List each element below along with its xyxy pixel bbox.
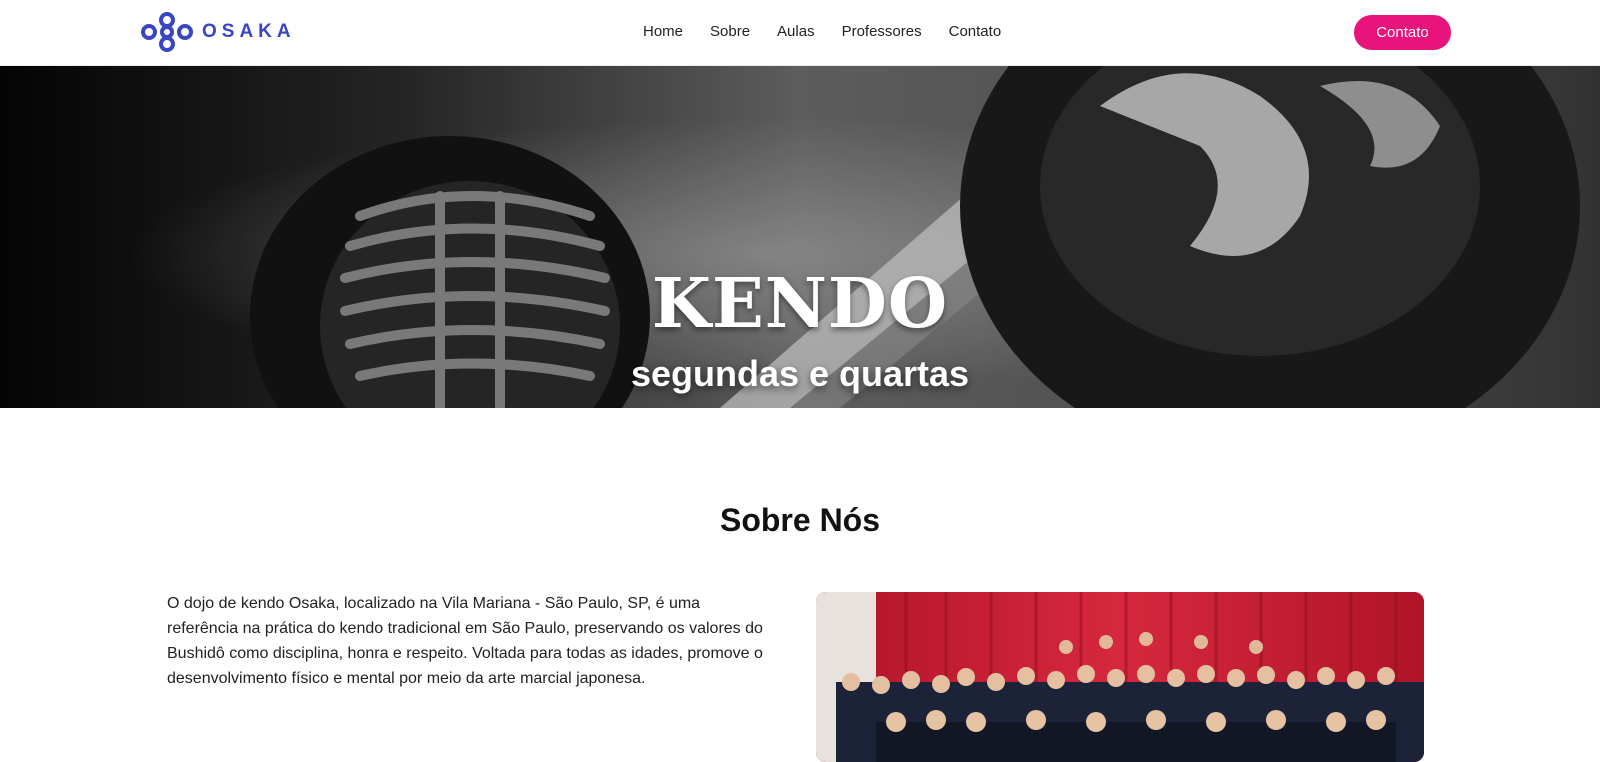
contato-button[interactable]: Contato [1354, 15, 1451, 50]
brand-logo[interactable]: OSAKA [140, 12, 296, 52]
hero-banner: KENDO segundas e quartas [0, 66, 1600, 408]
site-header: OSAKA Home Sobre Aulas Professores Conta… [0, 0, 1600, 66]
group-photo [816, 592, 1424, 762]
group-photo-image [816, 592, 1424, 762]
about-text: O dojo de kendo Osaka, localizado na Vil… [167, 595, 763, 687]
nav-home[interactable]: Home [643, 22, 683, 42]
about-title: Sobre Nós [719, 502, 881, 538]
nav-aulas[interactable]: Aulas [777, 22, 815, 42]
nav-professores[interactable]: Professores [842, 22, 922, 42]
main-nav: Home Sobre Aulas Professores Contato [643, 22, 1001, 42]
nav-contato[interactable]: Contato [949, 22, 1002, 42]
osaka-logo-icon [141, 12, 193, 52]
hero-subtitle: segundas e quartas [630, 353, 970, 394]
brand-name: OSAKA [202, 21, 296, 42]
hero-title: KENDO [651, 264, 949, 344]
nav-sobre[interactable]: Sobre [710, 22, 750, 42]
